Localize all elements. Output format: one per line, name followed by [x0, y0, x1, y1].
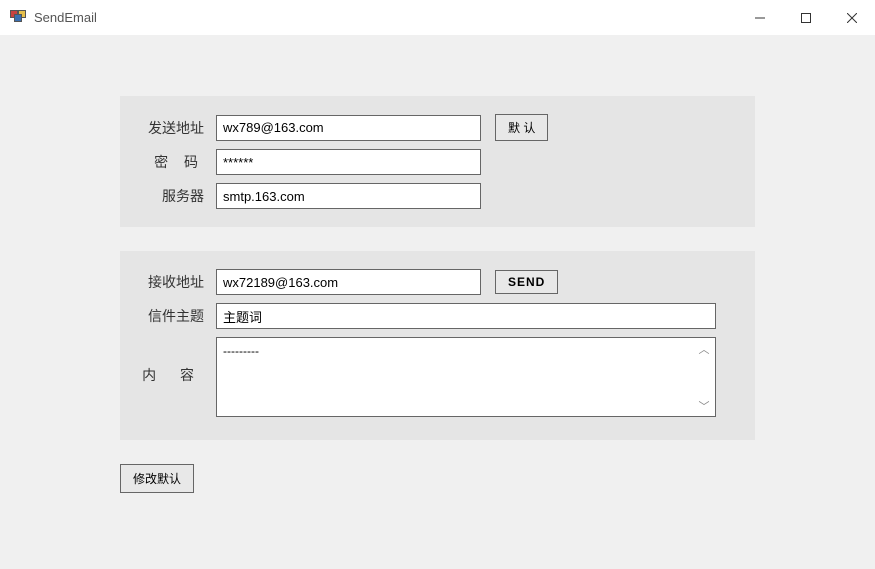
server-input[interactable] — [216, 183, 481, 209]
app-icon — [10, 10, 26, 26]
subject-label: 信件主题 — [140, 306, 216, 326]
send-button[interactable]: SEND — [495, 270, 558, 294]
sender-address-input[interactable] — [216, 115, 481, 141]
content-textarea[interactable] — [216, 337, 716, 417]
main-window: SendEmail 发送地址 默 认 密 码 — [0, 0, 875, 569]
password-input[interactable] — [216, 149, 481, 175]
recipient-address-label: 接收地址 — [140, 272, 216, 292]
close-button[interactable] — [829, 0, 875, 35]
recipient-address-input[interactable] — [216, 269, 481, 295]
window-title: SendEmail — [34, 10, 737, 25]
window-controls — [737, 0, 875, 35]
subject-input[interactable] — [216, 303, 716, 329]
minimize-button[interactable] — [737, 0, 783, 35]
content-label: 内 容 — [140, 337, 216, 385]
titlebar: SendEmail — [0, 0, 875, 36]
client-area: 发送地址 默 认 密 码 服务器 接收地址 SEND 信件主题 — [0, 36, 875, 569]
recipient-group: 接收地址 SEND 信件主题 内 容 ︿ ﹀ — [120, 251, 755, 440]
default-button[interactable]: 默 认 — [495, 114, 548, 141]
server-label: 服务器 — [140, 186, 216, 206]
sender-group: 发送地址 默 认 密 码 服务器 — [120, 96, 755, 227]
modify-default-button[interactable]: 修改默认 — [120, 464, 194, 493]
maximize-button[interactable] — [783, 0, 829, 35]
password-label: 密 码 — [140, 152, 216, 172]
sender-address-label: 发送地址 — [140, 118, 216, 138]
